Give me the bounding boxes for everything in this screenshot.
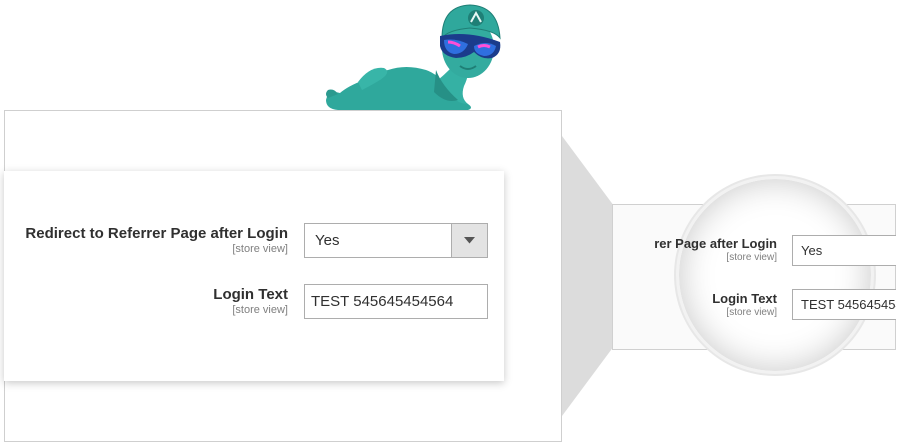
redirect-label-group: Redirect to Referrer Page after Login [s…	[25, 225, 288, 256]
login-text-scope: [store view]	[232, 304, 288, 316]
zoom-redirect-label: rer Page after Login	[654, 236, 777, 251]
login-text-label: Login Text	[213, 286, 288, 303]
config-card: Redirect to Referrer Page after Login [s…	[4, 171, 504, 381]
login-text-label-group: Login Text [store view]	[213, 286, 288, 317]
login-text-input[interactable]: TEST 545645454564	[304, 284, 488, 319]
zoom-redirect-select[interactable]: Yes	[792, 235, 896, 266]
zoom-login-label-group: Login Text [store view]	[712, 291, 777, 319]
mascot-illustration	[326, 4, 501, 110]
zoom-login-label: Login Text	[712, 291, 777, 306]
zoom-content: rer Page after Login [store view] Yes Lo…	[612, 204, 896, 350]
chevron-down-icon	[464, 237, 475, 244]
redirect-select[interactable]: Yes	[304, 223, 488, 258]
redirect-scope: [store view]	[232, 243, 288, 255]
select-toggle-button[interactable]	[451, 224, 487, 257]
redirect-select-value: Yes	[315, 232, 340, 249]
redirect-label: Redirect to Referrer Page after Login	[25, 225, 288, 242]
zoom-redirect-scope: [store view]	[726, 252, 777, 263]
zoom-login-input[interactable]: TEST 545645454564	[792, 289, 896, 320]
zoom-login-scope: [store view]	[726, 307, 777, 318]
zoom-redirect-label-group: rer Page after Login [store view]	[654, 236, 777, 264]
